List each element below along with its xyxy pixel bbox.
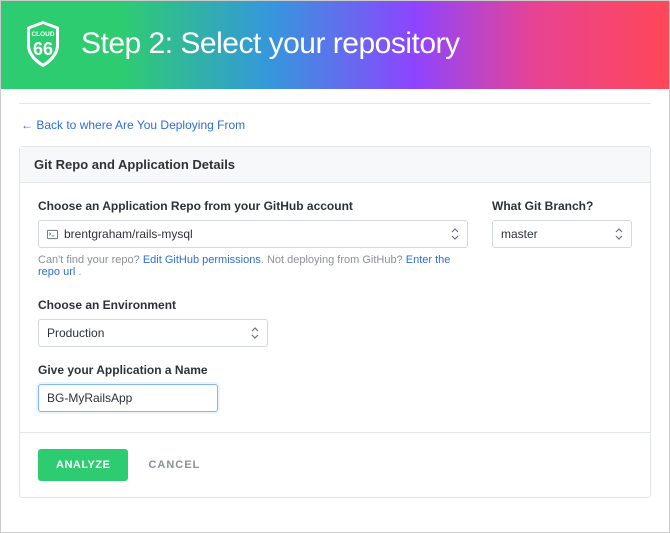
updown-icon xyxy=(251,327,259,339)
repo-label: Choose an Application Repo from your Git… xyxy=(38,199,468,213)
analyze-button[interactable]: ANALYZE xyxy=(38,449,128,481)
app-name-label: Give your Application a Name xyxy=(38,363,632,377)
updown-icon xyxy=(615,228,623,240)
repo-value: brentgraham/rails-mysql xyxy=(64,227,193,241)
page-header: CLOUD 66 Step 2: Select your repository xyxy=(1,1,669,89)
updown-icon xyxy=(451,228,459,240)
panel-title: Git Repo and Application Details xyxy=(20,147,650,183)
repo-panel: Git Repo and Application Details Choose … xyxy=(19,146,651,498)
cloud66-logo: CLOUD 66 xyxy=(21,19,65,69)
environment-select[interactable]: Production xyxy=(38,319,268,347)
repo-helper: Can't find your repo? Edit GitHub permis… xyxy=(38,254,468,278)
environment-label: Choose an Environment xyxy=(38,298,632,312)
environment-value: Production xyxy=(47,326,104,340)
terminal-icon xyxy=(47,229,58,240)
page-title: Step 2: Select your repository xyxy=(81,27,460,61)
repo-select[interactable]: brentgraham/rails-mysql xyxy=(38,220,468,248)
svg-text:CLOUD: CLOUD xyxy=(31,31,54,38)
back-link[interactable]: ← Back to where Are You Deploying From xyxy=(19,104,651,146)
cancel-button[interactable]: CANCEL xyxy=(148,459,200,471)
svg-text:66: 66 xyxy=(33,39,53,59)
app-name-input[interactable] xyxy=(38,384,218,412)
branch-label: What Git Branch? xyxy=(492,199,632,213)
edit-permissions-link[interactable]: Edit GitHub permissions xyxy=(143,254,261,266)
branch-value: master xyxy=(501,227,538,241)
branch-select[interactable]: master xyxy=(492,220,632,248)
